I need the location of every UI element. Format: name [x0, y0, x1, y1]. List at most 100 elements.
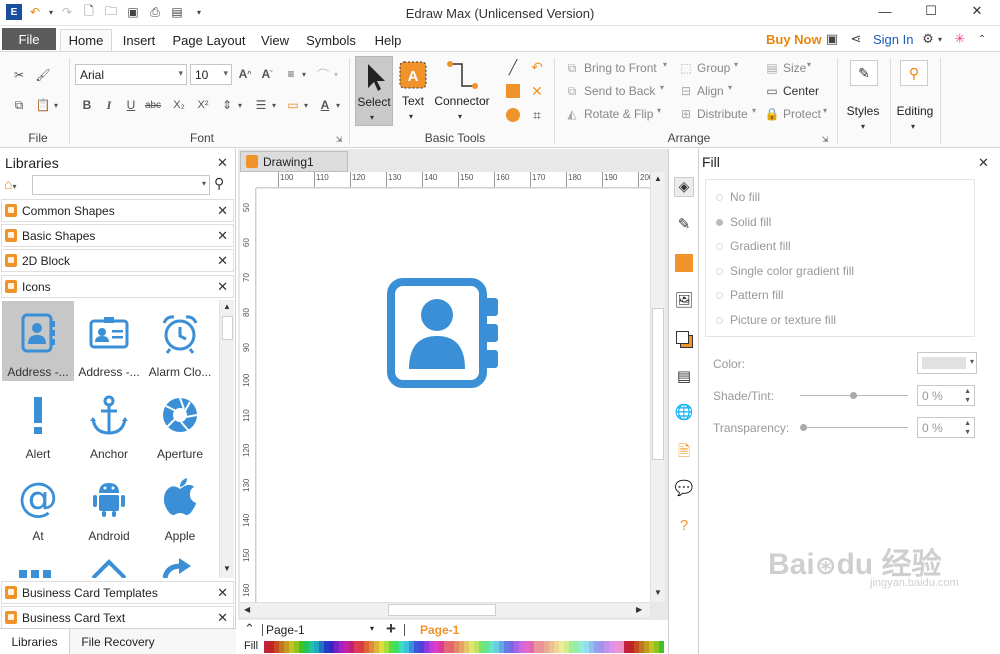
scroll-down-icon[interactable]: ▼ — [654, 588, 662, 597]
canvas-horizontal-scrollbar[interactable]: ◀ ▶ — [240, 602, 650, 617]
line-tool-icon[interactable]: ╱ — [504, 58, 522, 76]
radio-picture-texture-fill[interactable]: Picture or texture fill — [716, 313, 836, 327]
protect-dropdown-icon[interactable]: ▾ — [823, 106, 827, 115]
library-section-business-card-templates[interactable]: Business Card Templates ✕ — [1, 581, 234, 604]
transparency-input[interactable]: 0 % ▲ ▼ — [917, 417, 975, 438]
scrollbar-thumb[interactable] — [652, 308, 664, 460]
canvas-vertical-scrollbar[interactable]: ▲ ▼ — [650, 172, 665, 602]
bold-icon[interactable]: B — [78, 96, 96, 114]
copy-icon[interactable]: ⧉ — [10, 96, 28, 114]
editing-button[interactable]: ⚲ Editing ▾ — [894, 58, 936, 138]
fill-panel-icon[interactable]: ◈ — [674, 177, 694, 197]
ellipse-tool-icon[interactable] — [504, 106, 522, 124]
line-spacing-icon[interactable]: ≡ — [282, 65, 300, 83]
help-icon[interactable]: ? — [674, 517, 694, 537]
group-button[interactable]: Group — [697, 61, 730, 75]
data-panel-icon[interactable]: ▤ — [674, 367, 694, 387]
cart-icon[interactable]: ▣ — [824, 31, 840, 47]
rotate-flip-dropdown-icon[interactable]: ▾ — [657, 106, 661, 115]
line-spacing-dropdown-icon[interactable]: ▾ — [300, 65, 308, 83]
text-tool-button[interactable]: A Text ▾ — [396, 56, 430, 126]
arrange-dialog-launcher-icon[interactable]: ⇲ — [820, 130, 830, 148]
tab-insert[interactable]: Insert — [116, 29, 162, 51]
underline-icon[interactable]: U — [122, 96, 140, 114]
document-tab[interactable]: Drawing1 — [240, 151, 348, 172]
icon-cell-alarm-clock[interactable]: Alarm Clo... — [144, 301, 216, 381]
shade-tint-input[interactable]: 0 % ▲ ▼ — [917, 385, 975, 406]
icon-cell-address-book[interactable]: Address -... — [2, 301, 74, 381]
library-search-input[interactable]: ▾ — [32, 175, 210, 195]
grow-font-icon[interactable]: A ^ — [236, 65, 254, 83]
layer-panel-icon[interactable] — [674, 329, 694, 349]
scroll-right-icon[interactable]: ▶ — [636, 605, 642, 614]
scroll-up-icon[interactable]: ▲ — [654, 174, 662, 183]
distribute-button[interactable]: Distribute — [697, 107, 748, 121]
send-to-back-dropdown-icon[interactable]: ▾ — [660, 83, 664, 92]
library-section-common-shapes[interactable]: Common Shapes ✕ — [1, 199, 234, 222]
size-dropdown-icon[interactable]: ▾ — [807, 60, 811, 69]
close-section-icon[interactable]: ✕ — [217, 203, 228, 219]
close-libraries-icon[interactable]: ✕ — [217, 155, 228, 171]
page-tab-current[interactable]: Page-1 — [420, 623, 459, 637]
tab-symbols[interactable]: Symbols — [300, 29, 362, 51]
tab-file[interactable]: File — [2, 28, 56, 50]
font-name-select[interactable]: Arial ▾ — [75, 64, 187, 85]
library-home-icon[interactable]: ⌂▾ — [4, 176, 28, 194]
center-button[interactable]: Center — [783, 84, 819, 98]
color-picker[interactable]: ▾ — [917, 352, 977, 374]
palette-swatch[interactable] — [659, 641, 664, 653]
tab-view[interactable]: View — [256, 29, 294, 51]
tab-home[interactable]: Home — [60, 29, 112, 51]
close-section-icon[interactable]: ✕ — [217, 228, 228, 244]
icon-cell-apple[interactable]: Apple — [144, 465, 216, 545]
icon-cell-android[interactable]: Android — [73, 465, 145, 545]
radio-pattern-fill[interactable]: Pattern fill — [716, 288, 783, 302]
connector-tool-button[interactable]: Connector ▾ — [432, 56, 492, 126]
bring-to-front-icon[interactable]: ⧉ — [563, 59, 581, 77]
format-painter-icon[interactable]: 🖌 — [34, 66, 52, 84]
line-panel-icon[interactable]: ✎ — [674, 215, 694, 235]
styles-button[interactable]: ✎ Styles ▾ — [845, 58, 885, 138]
sign-in-link[interactable]: Sign In — [873, 32, 913, 47]
bullets-icon[interactable]: ☰ — [252, 96, 270, 114]
tab-page-layout[interactable]: Page Layout — [168, 29, 250, 51]
rotate-flip-button[interactable]: Rotate & Flip — [584, 107, 653, 121]
text-highlight-icon[interactable]: ▭ — [284, 96, 302, 114]
page-navigation-icon[interactable]: ⌃ — [244, 621, 255, 637]
protect-button[interactable]: Protect — [783, 107, 821, 121]
scroll-down-icon[interactable]: ▼ — [223, 564, 231, 573]
close-section-icon[interactable]: ✕ — [217, 253, 228, 269]
shadow-panel-icon[interactable] — [674, 253, 694, 273]
subscript-icon[interactable]: X₂ — [170, 96, 188, 114]
close-section-icon[interactable]: ✕ — [217, 279, 228, 295]
hyperlink-panel-icon[interactable]: 🌐 — [674, 403, 694, 423]
library-section-2d-block[interactable]: 2D Block ✕ — [1, 249, 234, 272]
icon-cell-anchor[interactable]: Anchor — [73, 383, 145, 463]
distribute-dropdown-icon[interactable]: ▾ — [752, 106, 756, 115]
scrollbar-thumb[interactable] — [388, 604, 496, 616]
transparency-slider[interactable] — [800, 427, 908, 428]
settings-gear-icon[interactable]: ⚙ — [920, 31, 936, 47]
tab-libraries[interactable]: Libraries — [0, 629, 70, 654]
send-to-back-icon[interactable]: ⧉ — [563, 82, 581, 100]
maximize-icon[interactable]: ☐ — [908, 0, 954, 22]
distribute-icon[interactable]: ⊞ — [677, 105, 695, 123]
paste-icon[interactable]: 📋 — [34, 96, 52, 114]
share-icon[interactable]: ⋖ — [848, 31, 864, 47]
paste-dropdown-icon[interactable]: ▾ — [52, 96, 60, 114]
select-tool-button[interactable]: Select ▾ — [355, 56, 393, 126]
shade-tint-slider-handle[interactable] — [850, 392, 857, 399]
palette-swatches[interactable] — [264, 641, 664, 653]
bring-to-front-button[interactable]: Bring to Front — [584, 61, 657, 75]
paragraph-spacing-icon[interactable]: ⇕ — [218, 96, 236, 114]
curve-text-dropdown-icon[interactable]: ▾ — [332, 65, 340, 83]
transparency-slider-handle[interactable] — [800, 424, 807, 431]
tab-file-recovery[interactable]: File Recovery — [72, 629, 164, 654]
icon-cell-alert[interactable]: Alert — [2, 383, 74, 463]
cross-tool-icon[interactable]: ✕ — [528, 82, 546, 100]
font-dialog-launcher-icon[interactable]: ⇲ — [334, 130, 344, 148]
icon-cell-at[interactable]: @ At — [2, 465, 74, 545]
close-section-icon[interactable]: ✕ — [217, 610, 228, 626]
library-search-icon[interactable]: ⚲ — [214, 175, 234, 195]
attachment-panel-icon[interactable]: 🗎 — [674, 441, 694, 461]
